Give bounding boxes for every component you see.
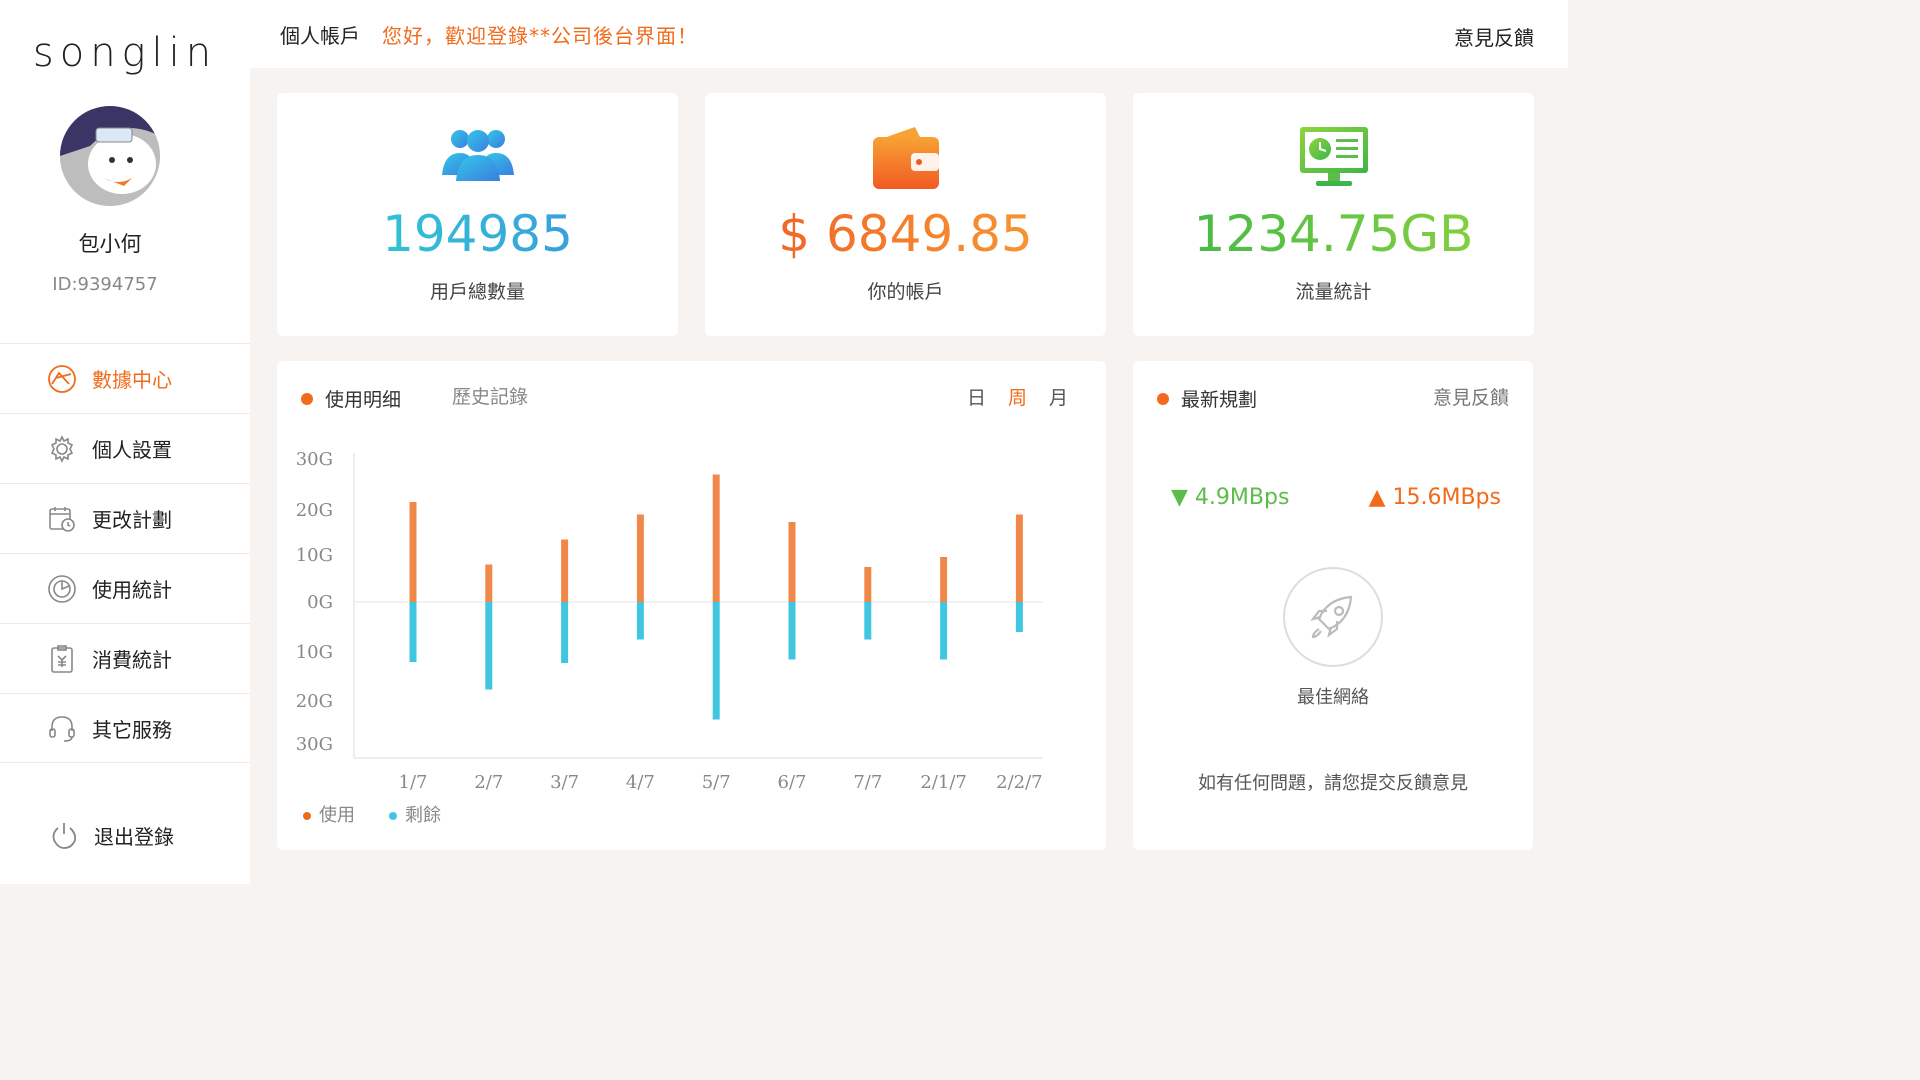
bar-remaining bbox=[485, 602, 493, 690]
x-tick-label: 4/7 bbox=[626, 772, 655, 793]
wallet-icon bbox=[705, 125, 1106, 191]
best-network-label: 最佳網絡 bbox=[1297, 687, 1369, 708]
sidebar-item-label: 更改計劃 bbox=[92, 508, 172, 532]
plan-card: 最新規劃 意見反饋 ▼ 4.9MBps ▲ 15.6MBps 最佳網絡 如有任何… bbox=[1133, 361, 1533, 850]
usage-chart-card: 使用明细 歷史記錄 日 周 月 30G 20G 10G 0G 10G 20G 30G 1/7 2… bbox=[277, 361, 1106, 850]
x-tick-label: 2/7 bbox=[474, 772, 503, 793]
x-tick-label: 2/2/7 bbox=[996, 772, 1043, 793]
stat-value: 1234.75GB bbox=[1133, 205, 1534, 263]
stat-card-traffic: 1234.75GB 流量統計 bbox=[1133, 93, 1534, 336]
bar-remaining bbox=[1015, 602, 1023, 632]
x-tick-label: 3/7 bbox=[550, 772, 579, 793]
arrow-up-icon: ▲ bbox=[1368, 485, 1386, 510]
monitor-icon bbox=[1133, 125, 1534, 191]
users-icon bbox=[277, 125, 678, 191]
y-tick-label: 30G bbox=[296, 734, 333, 755]
bar-used bbox=[636, 514, 644, 602]
bar-used bbox=[409, 502, 417, 602]
bar-remaining bbox=[940, 602, 948, 660]
sidebar-nav: 數據中心 個人設置 更改計劃 使用統計 消費統計 其它服務 bbox=[0, 343, 250, 763]
bar-remaining bbox=[788, 602, 796, 660]
bar-used bbox=[485, 564, 493, 602]
y-tick-label: 0G bbox=[307, 592, 333, 613]
stat-card-account: $ 6849.85 你的帳戶 bbox=[705, 93, 1106, 336]
y-tick-label: 10G bbox=[296, 642, 333, 663]
sidebar-item-label: 數據中心 bbox=[92, 368, 172, 392]
sidebar-item-data-center[interactable]: 數據中心 bbox=[0, 343, 250, 413]
brand-logo: songlin bbox=[32, 30, 218, 76]
y-tick-label: 20G bbox=[296, 500, 333, 521]
bar-used bbox=[864, 567, 872, 602]
sidebar: songlin 包小何 ID:9394757 數據中心 個人設置 更改計劃 使用… bbox=[0, 0, 250, 884]
y-tick-label: 30G bbox=[296, 449, 333, 470]
bar-remaining bbox=[636, 602, 644, 640]
calendar-clock-icon bbox=[46, 503, 78, 535]
power-icon bbox=[48, 819, 80, 851]
bar-used bbox=[940, 557, 948, 602]
stat-value: $ 6849.85 bbox=[705, 205, 1106, 263]
stat-label: 你的帳戶 bbox=[867, 281, 944, 303]
usage-bar-chart: 30G 20G 10G 0G 10G 20G 30G 1/7 2/7 3/7 4/7 5/7 6/7 7/… bbox=[296, 449, 1043, 793]
x-tick-label: 2/1/7 bbox=[920, 772, 967, 793]
bar-remaining bbox=[864, 602, 872, 640]
bar-used bbox=[788, 522, 796, 602]
user-name: 包小何 bbox=[78, 232, 142, 256]
page-title: 個人帳戶 bbox=[280, 23, 360, 48]
sidebar-item-label: 消費統計 bbox=[92, 648, 172, 672]
stat-label: 用戶總數量 bbox=[429, 281, 525, 303]
plan-title: 最新規劃 bbox=[1157, 385, 1257, 412]
logout-button[interactable]: 退出登錄 bbox=[0, 800, 250, 870]
arrow-down-icon: ▼ bbox=[1171, 485, 1188, 510]
sidebar-item-usage-stats[interactable]: 使用統計 bbox=[0, 553, 250, 623]
rocket-button[interactable] bbox=[1283, 567, 1383, 667]
legend-item-remaining: 剩餘 bbox=[389, 801, 441, 827]
bar-used bbox=[561, 539, 569, 602]
sidebar-item-label: 個人設置 bbox=[92, 438, 172, 462]
yen-clipboard-icon bbox=[46, 643, 78, 675]
sidebar-item-label: 使用統計 bbox=[92, 578, 172, 602]
x-tick-label: 6/7 bbox=[778, 772, 807, 793]
x-tick-label: 1/7 bbox=[399, 772, 428, 793]
plan-title-label: 最新規劃 bbox=[1181, 389, 1258, 411]
plan-note: 如有任何問題，請您提交反饋意見 bbox=[1198, 773, 1468, 794]
welcome-message: 您好，歡迎登錄**公司後台界面！ bbox=[382, 23, 698, 48]
y-tick-label: 20G bbox=[296, 691, 333, 712]
top-header: 個人帳戶 您好，歡迎登錄**公司後台界面！ 意見反饋 bbox=[250, 0, 1568, 68]
feedback-link[interactable]: 意見反饋 bbox=[1454, 22, 1534, 51]
rocket-icon bbox=[1310, 595, 1353, 639]
user-id: ID:9394757 bbox=[52, 274, 158, 295]
headset-icon bbox=[46, 712, 78, 744]
sidebar-item-change-plan[interactable]: 更改計劃 bbox=[0, 483, 250, 553]
bar-remaining bbox=[409, 602, 417, 662]
avatar[interactable] bbox=[60, 106, 160, 206]
x-tick-label: 5/7 bbox=[702, 772, 731, 793]
data-center-icon bbox=[46, 363, 78, 395]
sidebar-item-settings[interactable]: 個人設置 bbox=[0, 413, 250, 483]
x-tick-label: 7/7 bbox=[853, 772, 882, 793]
legend-item-used: 使用 bbox=[303, 801, 355, 827]
bar-remaining bbox=[561, 602, 569, 663]
gear-icon bbox=[46, 433, 78, 465]
stat-label: 流量統計 bbox=[1295, 281, 1372, 303]
bullet-dot bbox=[1157, 392, 1169, 405]
stat-card-users: 194985 用戶總數量 bbox=[277, 93, 678, 336]
sidebar-item-consumption-stats[interactable]: 消費統計 bbox=[0, 623, 250, 693]
sidebar-item-other-services[interactable]: 其它服務 bbox=[0, 693, 250, 763]
bar-remaining bbox=[712, 602, 720, 720]
bar-used bbox=[712, 474, 720, 602]
speed-readout: ▼ 4.9MBps ▲ 15.6MBps bbox=[1171, 485, 1501, 510]
logout-label: 退出登錄 bbox=[94, 824, 174, 849]
chart-legend: 使用 剩餘 bbox=[303, 801, 441, 827]
pie-chart-icon bbox=[46, 573, 78, 605]
stat-value: 194985 bbox=[277, 205, 678, 263]
plan-feedback-link[interactable]: 意見反饋 bbox=[1433, 383, 1509, 410]
upload-speed: ▲ 15.6MBps bbox=[1368, 485, 1501, 510]
bar-used bbox=[1015, 514, 1023, 602]
sidebar-item-label: 其它服務 bbox=[92, 717, 172, 742]
download-speed: ▼ 4.9MBps bbox=[1171, 485, 1290, 510]
y-tick-label: 10G bbox=[296, 545, 333, 566]
